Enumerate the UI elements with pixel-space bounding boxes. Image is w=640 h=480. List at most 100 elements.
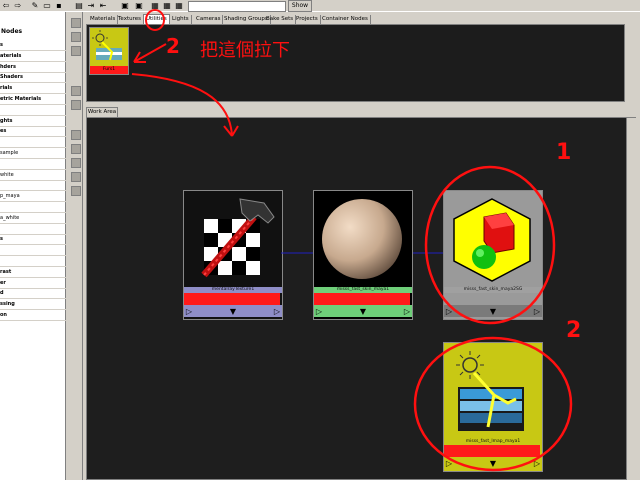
pencil-icon[interactable]: ✎: [30, 1, 40, 10]
node-category-item[interactable]: er: [0, 278, 66, 289]
node-category-item[interactable]: Shaders: [0, 72, 66, 84]
layout-icon[interactable]: ▤: [74, 1, 84, 10]
tab-materials[interactable]: Materials: [88, 15, 119, 24]
sun-fur-icon: [456, 351, 524, 431]
node-skin-material[interactable]: misss_fast_skin_maya1 ▷ ▼ ▷: [313, 190, 413, 320]
node-category-item[interactable]: rials: [0, 83, 66, 95]
node-mentalray-texture[interactable]: mentalrayTexture1 ▷ ▼ ▷: [183, 190, 283, 320]
node-category-item[interactable]: s: [0, 234, 66, 246]
tab-textures[interactable]: Textures: [116, 15, 144, 24]
node-category-item[interactable]: [0, 202, 66, 213]
expand-icon[interactable]: ▼: [228, 307, 238, 316]
hammer-texture-icon: [201, 198, 275, 278]
expand-icon[interactable]: ▼: [488, 459, 498, 468]
panel-toggle-icon[interactable]: [71, 18, 81, 28]
node-connector-bar[interactable]: ▷ ▼ ▷: [314, 305, 412, 317]
annotation-number: 1: [556, 140, 572, 165]
node-category-item[interactable]: hders: [0, 62, 66, 73]
arrow-right-icon[interactable]: ⇨: [13, 1, 23, 10]
tab-lights[interactable]: Lights: [170, 15, 192, 24]
top-scrollbar[interactable]: [624, 24, 634, 102]
annotation-number: 2: [566, 318, 582, 343]
tab-work-area[interactable]: Work Area: [86, 107, 118, 117]
graph-output-icon[interactable]: ▦: [162, 1, 172, 10]
node-category-item[interactable]: sample: [0, 148, 66, 159]
panel-toggle-icon[interactable]: [71, 130, 81, 140]
input-port-icon[interactable]: ▷: [184, 307, 194, 316]
shading-group-icon: [453, 198, 531, 282]
node-category-item[interactable]: s: [0, 40, 66, 51]
node-category-item[interactable]: ghts: [0, 116, 66, 127]
node-category-item[interactable]: etric Materials: [0, 94, 66, 105]
search-field[interactable]: [188, 1, 286, 12]
panel-toggle-icon[interactable]: [71, 32, 81, 42]
show-button[interactable]: Show: [288, 0, 312, 12]
output-port-icon[interactable]: ▷: [272, 307, 282, 316]
graph-upstream-icon[interactable]: ▣: [120, 1, 130, 10]
node-category-item[interactable]: on: [0, 310, 66, 321]
panel-toggle-icon[interactable]: [71, 186, 81, 196]
tab-cameras[interactable]: Cameras: [194, 15, 224, 24]
output-port-icon[interactable]: ▷: [532, 307, 542, 316]
folder-icon[interactable]: ▭: [42, 1, 52, 10]
node-color-band: [444, 445, 540, 457]
node-category-item[interactable]: [0, 180, 66, 192]
save-icon[interactable]: ▪: [54, 1, 64, 10]
graph-down-icon[interactable]: ⇥: [86, 1, 96, 10]
hypershade-tabs: Materials Textures Utilities Lights Came…: [86, 14, 636, 25]
create-panel: Nodes s aterials hders Shaders rials etric Ma…: [0, 12, 66, 480]
graph-both-icon[interactable]: ▣: [134, 1, 144, 10]
node-category-item[interactable]: a_white: [0, 213, 66, 224]
node-category-item[interactable]: es: [0, 126, 66, 138]
panel-toggle-icon[interactable]: [71, 100, 81, 110]
work-area[interactable]: mentalrayTexture1 ▷ ▼ ▷ misss_fast_skin_…: [86, 117, 636, 480]
node-category-item[interactable]: [0, 159, 66, 170]
side-icon-strip: [67, 12, 83, 480]
expand-icon[interactable]: ▼: [488, 307, 498, 316]
graph-up-icon[interactable]: ⇤: [98, 1, 108, 10]
node-category-item[interactable]: [0, 137, 66, 149]
node-category-item[interactable]: aterials: [0, 51, 66, 62]
node-connector-bar[interactable]: ▷ ▼ ▷: [444, 457, 542, 469]
node-category-item[interactable]: white: [0, 170, 66, 181]
node-connector-bar[interactable]: ▷ ▼ ▷: [444, 305, 542, 317]
work-scrollbar[interactable]: [626, 118, 636, 480]
node-category-item[interactable]: d: [0, 288, 66, 300]
panel-toggle-icon[interactable]: [71, 158, 81, 168]
node-color-band: [314, 293, 410, 305]
node-category-item[interactable]: ssing: [0, 299, 66, 311]
sphere-icon: [322, 199, 402, 279]
utility-node-thumb[interactable]: Furs1: [89, 27, 129, 75]
expand-icon[interactable]: ▼: [358, 307, 368, 316]
node-connector-bar[interactable]: ▷ ▼ ▷: [184, 305, 282, 317]
node-category-item[interactable]: rast: [0, 267, 66, 278]
node-category-item[interactable]: [0, 105, 66, 116]
arrow-left-icon[interactable]: ⇦: [1, 1, 11, 10]
node-category-item[interactable]: p_maya: [0, 191, 66, 203]
output-port-icon[interactable]: ▷: [402, 307, 412, 316]
node-shading-group[interactable]: misss_fast_skin_maya2SG ▷ ▼ ▷: [443, 190, 543, 320]
panel-header: Nodes: [1, 28, 23, 35]
panel-toggle-icon[interactable]: [71, 172, 81, 182]
main-toolbar: ⇦ ⇨ ✎ ▭ ▪ ▤ ⇥ ⇤ ▣ ▣ ▦ ▦ ▦ Show: [0, 0, 640, 12]
node-category-item[interactable]: [0, 256, 66, 267]
tab-container-nodes[interactable]: Container Nodes: [320, 15, 371, 24]
clear-graph-icon[interactable]: ▦: [174, 1, 184, 10]
output-port-icon[interactable]: ▷: [532, 459, 542, 468]
panel-toggle-icon[interactable]: [71, 86, 81, 96]
node-category-item[interactable]: [0, 245, 66, 257]
panel-toggle-icon[interactable]: [71, 46, 81, 56]
graph-input-icon[interactable]: ▦: [150, 1, 160, 10]
input-port-icon[interactable]: ▷: [444, 307, 454, 316]
panel-toggle-icon[interactable]: [71, 144, 81, 154]
node-name-bar: Furs1: [90, 66, 128, 74]
tab-projects[interactable]: Projects: [294, 15, 321, 24]
input-port-icon[interactable]: ▷: [314, 307, 324, 316]
node-label: misss_fast_skin_maya2SG: [444, 287, 542, 293]
node-category-item[interactable]: [0, 224, 66, 235]
connection-line: [411, 252, 443, 254]
node-lightmap[interactable]: misss_fast_lmap_maya1 ▷ ▼ ▷: [443, 342, 543, 472]
input-port-icon[interactable]: ▷: [444, 459, 454, 468]
tab-bake-sets[interactable]: Bake Sets: [264, 15, 297, 24]
sun-fur-icon: [92, 30, 122, 61]
